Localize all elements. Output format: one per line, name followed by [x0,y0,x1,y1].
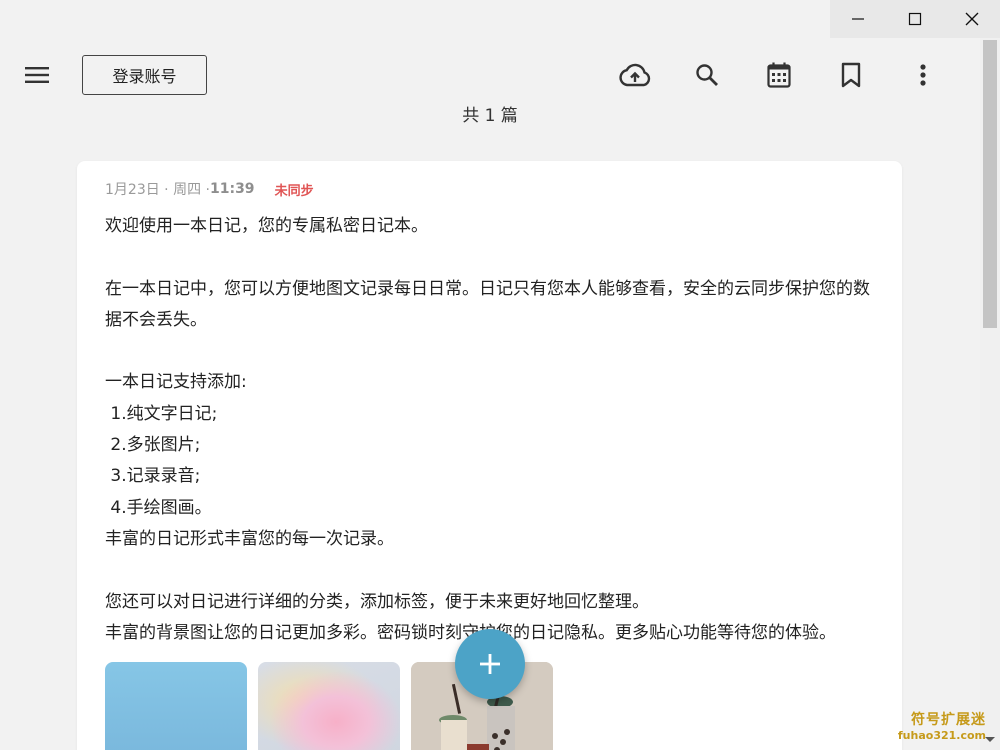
search-button[interactable] [689,58,725,92]
menu-icon [25,67,49,83]
entry-time: 11:39 [209,181,255,197]
close-icon [965,12,979,26]
more-vert-icon [920,64,926,86]
scrollbar-thumb[interactable] [983,40,997,328]
minimize-icon [852,18,865,20]
minimize-button[interactable] [830,0,887,38]
watermark-url: fuhao321.com [897,729,986,742]
calendar-icon [767,62,791,88]
watermark: 符号扩展迷 fuhao321.com [898,709,986,742]
image-thumbnail[interactable] [258,662,400,750]
scrollbar[interactable] [980,38,1000,750]
entry-body: 欢迎使用一本日记，您的专属私密日记本。 在一本日记中，您可以方便地图文记录每日日… [105,216,870,643]
cloud-upload-button[interactable] [617,58,653,92]
plus-icon [480,654,500,674]
more-button[interactable] [905,58,941,92]
bookmark-button[interactable] [833,58,869,92]
entry-count: 共 1 篇 [462,106,518,126]
bookmark-icon [841,62,861,88]
window-controls [830,0,1000,38]
sync-status-badge: 未同步 [274,183,314,199]
image-thumbnail[interactable] [105,662,247,750]
cloud-upload-icon [619,63,651,87]
maximize-button[interactable] [887,0,944,38]
search-icon [696,64,718,86]
calendar-button[interactable] [761,58,797,92]
entry-date: 1月23日 · 周四 · [105,182,210,198]
scroll-down-arrow-icon[interactable] [985,737,995,742]
login-button[interactable]: 登录账号 [82,55,207,95]
maximize-icon [908,12,922,26]
watermark-name: 符号扩展迷 [911,712,986,728]
entry-meta: 1月23日 · 周四 · 11:39 未同步 [105,179,314,199]
menu-button[interactable] [20,58,54,92]
add-entry-button[interactable] [455,629,525,699]
close-button[interactable] [943,0,1000,38]
